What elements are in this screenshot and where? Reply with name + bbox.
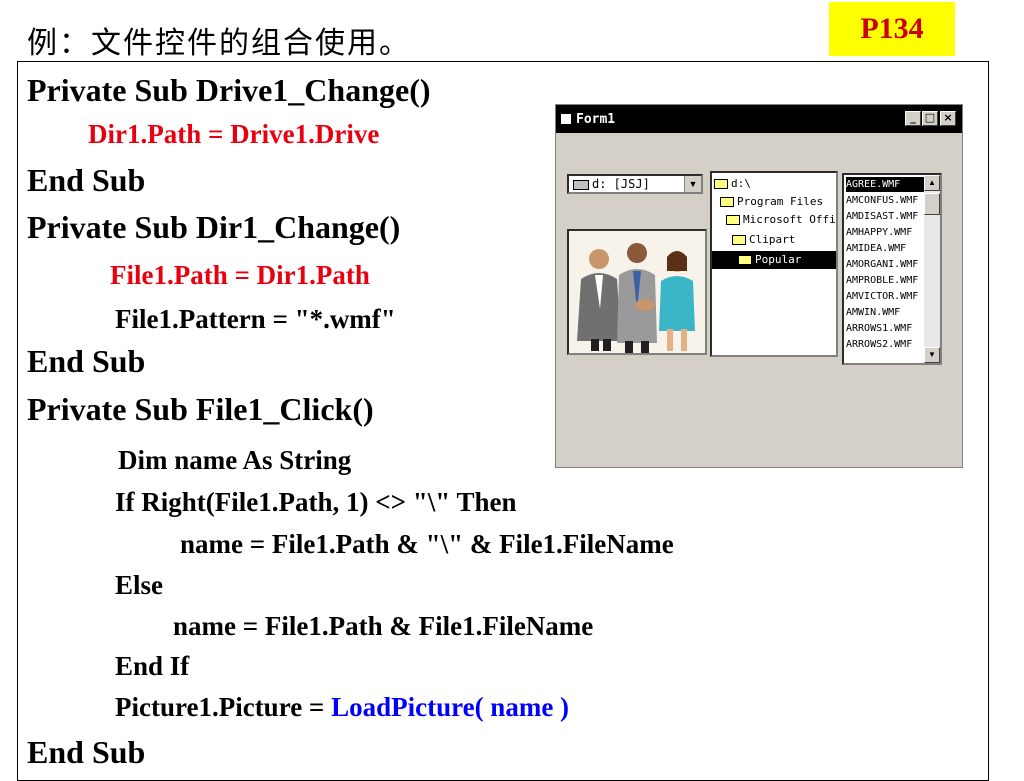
drive-icon xyxy=(573,180,589,190)
file-list-box[interactable]: AGREE.WMF AMCONFUS.WMF AMDISAST.WMF AMHA… xyxy=(842,173,942,365)
code-line-6: File1.Pattern = "*.wmf" xyxy=(115,304,396,334)
file-item[interactable]: AMHAPPY.WMF xyxy=(846,225,926,240)
code-line-11: name = File1.Path & "\" & File1.FileName xyxy=(180,529,674,559)
code-line-2: Dir1.Path = Drive1.Drive xyxy=(88,119,380,149)
open-folder-icon xyxy=(726,215,740,225)
dir-item-clipart[interactable]: Clipart xyxy=(732,231,795,249)
open-folder-icon xyxy=(714,179,728,189)
dir-item-root[interactable]: d:\ xyxy=(714,175,751,193)
code-line-4: Private Sub Dir1_Change() xyxy=(27,209,401,245)
dir-item-popular[interactable]: Popular xyxy=(712,251,836,269)
open-folder-icon xyxy=(732,235,746,245)
file-item[interactable]: AMPROBLE.WMF xyxy=(846,273,926,288)
open-folder-icon xyxy=(738,255,752,265)
file-item[interactable]: ARROWS2.WMF xyxy=(846,337,926,352)
code-line-16: End Sub xyxy=(27,734,146,770)
code-line-15-call: LoadPicture( name ) xyxy=(331,692,570,722)
code-line-8: Private Sub File1_Click() xyxy=(27,391,374,427)
code-line-12: Else xyxy=(115,570,164,600)
code-line-9: Dim name As String xyxy=(118,445,352,475)
code-line-15-prefix: Picture1.Picture = xyxy=(115,692,332,722)
file-list-scrollbar[interactable]: ▲ ▼ xyxy=(924,175,940,363)
file-item[interactable]: AMWIN.WMF xyxy=(846,305,926,320)
picture-box xyxy=(567,229,707,355)
code-line-5: File1.Path = Dir1.Path xyxy=(110,260,370,290)
form-title: Form1 xyxy=(576,112,616,127)
directory-list-box[interactable]: d:\ Program Files Microsoft Offi Clipart… xyxy=(710,171,838,357)
code-line-7: End Sub xyxy=(27,343,146,379)
code-line-1: Private Sub Drive1_Change() xyxy=(27,72,431,108)
dir-item-microsoft-office[interactable]: Microsoft Offi xyxy=(726,211,836,229)
open-folder-icon xyxy=(720,197,734,207)
file-item[interactable]: AMVICTOR.WMF xyxy=(846,289,926,304)
code-line-3: End Sub xyxy=(27,162,146,198)
file-item[interactable]: AMCONFUS.WMF xyxy=(846,193,926,208)
file-item[interactable]: ARROWS1.WMF xyxy=(846,321,926,336)
scroll-up-icon[interactable]: ▲ xyxy=(924,175,940,191)
form-window: Form1 _ □ × d: [JSJ] ▼ d:\ Program Files… xyxy=(555,104,963,468)
page-reference-badge: P134 xyxy=(829,2,955,56)
code-line-14: End If xyxy=(115,651,190,681)
dropdown-arrow-icon[interactable]: ▼ xyxy=(684,176,701,192)
minimize-button[interactable]: _ xyxy=(905,111,921,126)
business-handshake-image xyxy=(569,231,705,353)
file-item[interactable]: AMIDEA.WMF xyxy=(846,241,926,256)
scroll-thumb[interactable] xyxy=(924,193,940,215)
file-item[interactable]: AMORGANI.WMF xyxy=(846,257,926,272)
file-item[interactable]: AMDISAST.WMF xyxy=(846,209,926,224)
code-line-10: If Right(File1.Path, 1) <> "\" Then xyxy=(115,487,517,517)
slide-title: 例：文件控件的组合使用。 xyxy=(27,26,411,61)
scroll-down-icon[interactable]: ▼ xyxy=(924,347,940,363)
close-button[interactable]: × xyxy=(940,111,956,126)
dir-item-program-files[interactable]: Program Files xyxy=(720,193,823,211)
code-line-13: name = File1.Path & File1.FileName xyxy=(173,611,594,641)
drive-selected: d: [JSJ] xyxy=(592,177,650,191)
drive-list-box[interactable]: d: [JSJ] ▼ xyxy=(567,174,703,194)
maximize-button[interactable]: □ xyxy=(922,111,938,126)
form-titlebar[interactable]: Form1 _ □ × xyxy=(556,105,962,133)
file-item[interactable]: AGREE.WMF xyxy=(846,177,926,192)
form-app-icon xyxy=(561,114,571,124)
code-line-15: Picture1.Picture = LoadPicture( name ) xyxy=(115,692,569,723)
